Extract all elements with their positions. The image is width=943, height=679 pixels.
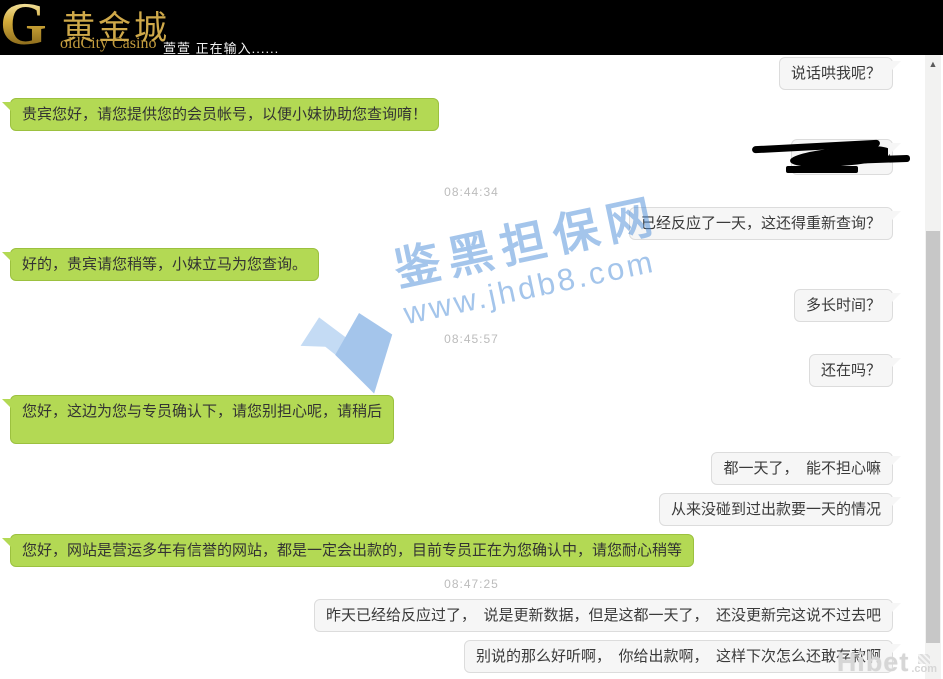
timestamp-row: 08:44:34: [0, 183, 943, 201]
redaction-scribble: [844, 155, 910, 164]
redacted-message-bubble: [791, 139, 893, 175]
user-message-row: 还在吗？: [0, 354, 943, 387]
user-message-bubble: 多长时间？: [794, 289, 893, 322]
message-timestamp: 08:45:57: [444, 332, 499, 346]
user-message-row: 别说的那么好听啊， 你给出款啊， 这样下次怎么还敢存款啊: [0, 640, 943, 673]
user-message-bubble: 别说的那么好听啊， 你给出款啊， 这样下次怎么还敢存款啊: [464, 640, 893, 673]
chat-area: 说话哄我呢？ 贵宾您好，请您提供您的会员帐号，以便小妹协助您查询唷！ 08:44:3…: [0, 55, 943, 679]
app-header: G 黄金城 oldCity Casino 萱萱 正在输入......: [0, 0, 943, 55]
user-message-row: 都一天了， 能不担心嘛: [0, 452, 943, 485]
user-message-bubble: 昨天已经给反应过了， 说是更新数据，但是这都一天了， 还没更新完这说不过去吧: [314, 599, 893, 632]
user-message-bubble: 已经反应了一天，这还得重新查询？: [629, 207, 893, 240]
agent-message-bubble: 您好，这边为您与专员确认下，请您别担心呢，请稍后: [10, 395, 394, 444]
message-timestamp: 08:47:25: [444, 577, 499, 591]
user-message-row: 多长时间？: [0, 289, 943, 322]
user-message-row: 昨天已经给反应过了， 说是更新数据，但是这都一天了， 还没更新完这说不过去吧: [0, 599, 943, 632]
agent-message-bubble: 您好，网站是营运多年有信誉的网站，都是一定会出款的，目前专员正在为您确认中，请您…: [10, 534, 694, 567]
user-message-bubble: 从来没碰到过出款要一天的情况: [659, 493, 893, 526]
agent-message-row: 贵宾您好，请您提供您的会员帐号，以便小妹协助您查询唷！: [0, 98, 943, 131]
user-message-row: [0, 139, 943, 175]
timestamp-row: 08:47:25: [0, 575, 943, 593]
redaction-scribble: [786, 166, 858, 173]
scrollbar-thumb[interactable]: [926, 231, 940, 643]
casino-logo-icon: G: [0, 0, 47, 54]
brand-name-english: oldCity Casino: [60, 35, 156, 53]
user-message-bubble: 都一天了， 能不担心嘛: [711, 452, 893, 485]
agent-message-row: 您好，这边为您与专员确认下，请您别担心呢，请稍后: [0, 395, 943, 444]
user-message-row: 已经反应了一天，这还得重新查询？: [0, 207, 943, 240]
chat-scrollbar[interactable]: ▲: [925, 55, 941, 679]
agent-typing-status: 萱萱 正在输入......: [163, 38, 279, 55]
message-timestamp: 08:44:34: [444, 185, 499, 199]
scrollbar-up-arrow-icon[interactable]: ▲: [925, 57, 941, 71]
agent-message-bubble: 好的，贵宾请您稍等，小妹立马为您查询。: [10, 248, 319, 281]
user-message-row: 说话哄我呢？: [0, 57, 943, 90]
agent-message-bubble: 贵宾您好，请您提供您的会员帐号，以便小妹协助您查询唷！: [10, 98, 439, 131]
user-message-bubble: 说话哄我呢？: [779, 57, 893, 90]
agent-message-row: 您好，网站是营运多年有信誉的网站，都是一定会出款的，目前专员正在为您确认中，请您…: [0, 534, 943, 567]
user-message-bubble: 还在吗？: [809, 354, 893, 387]
agent-message-row: 好的，贵宾请您稍等，小妹立马为您查询。: [0, 248, 943, 281]
user-message-row: 从来没碰到过出款要一天的情况: [0, 493, 943, 526]
timestamp-row: 08:45:57: [0, 330, 943, 348]
